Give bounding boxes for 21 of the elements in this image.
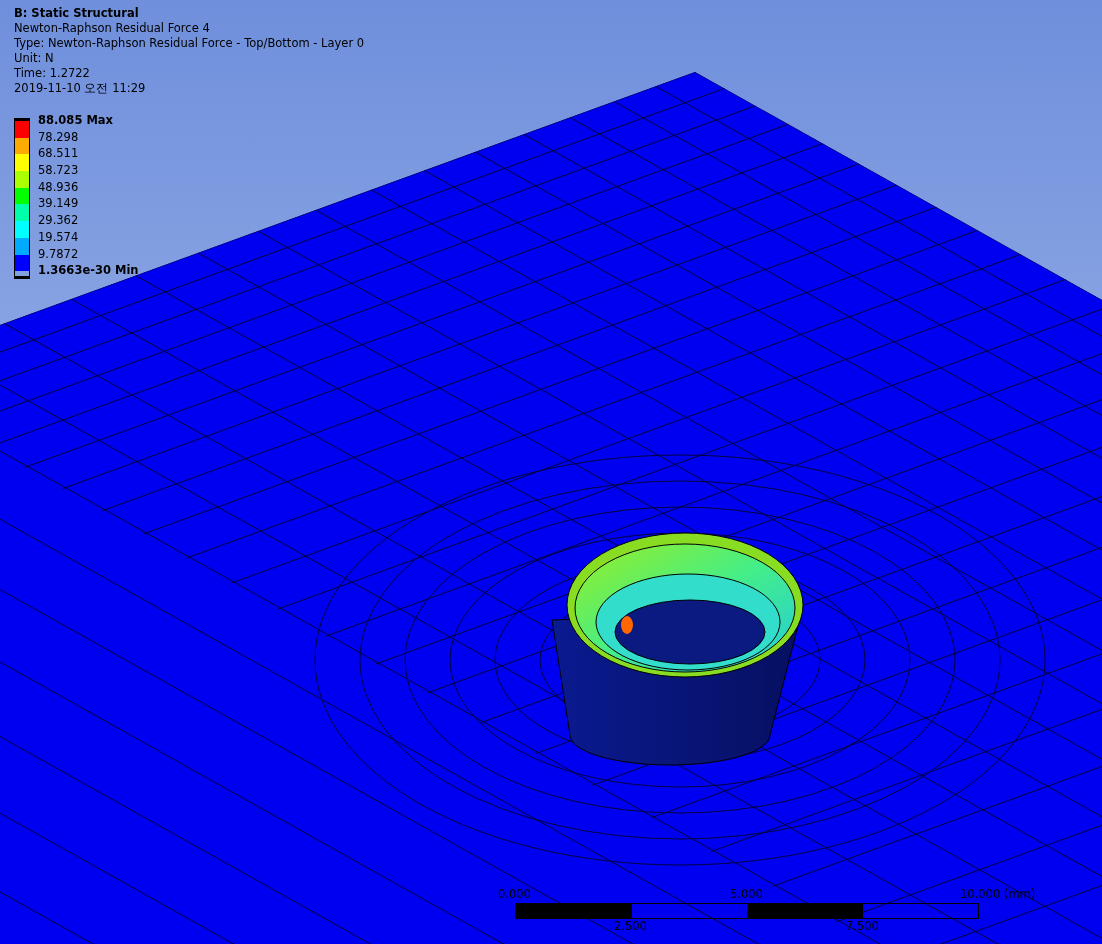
- scale-label: 7.500: [846, 919, 879, 933]
- legend-label: 1.3663e-30 Min: [38, 262, 139, 279]
- legend-label: 39.149: [38, 195, 80, 213]
- analysis-info-text: 2019-11-10 오전 11:29: [14, 81, 147, 96]
- analysis-info-text: Newton-Raphson Residual Force 4: [14, 21, 211, 36]
- analysis-info-text: Unit: N: [14, 51, 55, 66]
- legend-label: 29.362: [38, 212, 80, 229]
- legend-label: 19.574: [38, 228, 80, 246]
- scale-label: 2.500: [614, 919, 647, 933]
- legend-label: 9.7872: [38, 245, 80, 263]
- legend-label: 78.298: [38, 128, 80, 146]
- scale-label: 0.000: [498, 887, 531, 901]
- scale-label: 10.000 (mm): [960, 887, 1036, 901]
- analysis-info-text: Type: Newton-Raphson Residual Force - Top/Bottom - Layer 0: [14, 36, 365, 51]
- legend-label: 48.936: [38, 178, 80, 196]
- scale-label: 5.000: [730, 887, 763, 901]
- legend-label: 88.085 Max: [38, 112, 114, 129]
- legend-label: 68.511: [38, 145, 80, 163]
- analysis-info-text: Time: 1.2722: [14, 66, 91, 81]
- legend-label: 58.723: [38, 162, 80, 179]
- analysis-title: B: Static Structural: [14, 6, 140, 21]
